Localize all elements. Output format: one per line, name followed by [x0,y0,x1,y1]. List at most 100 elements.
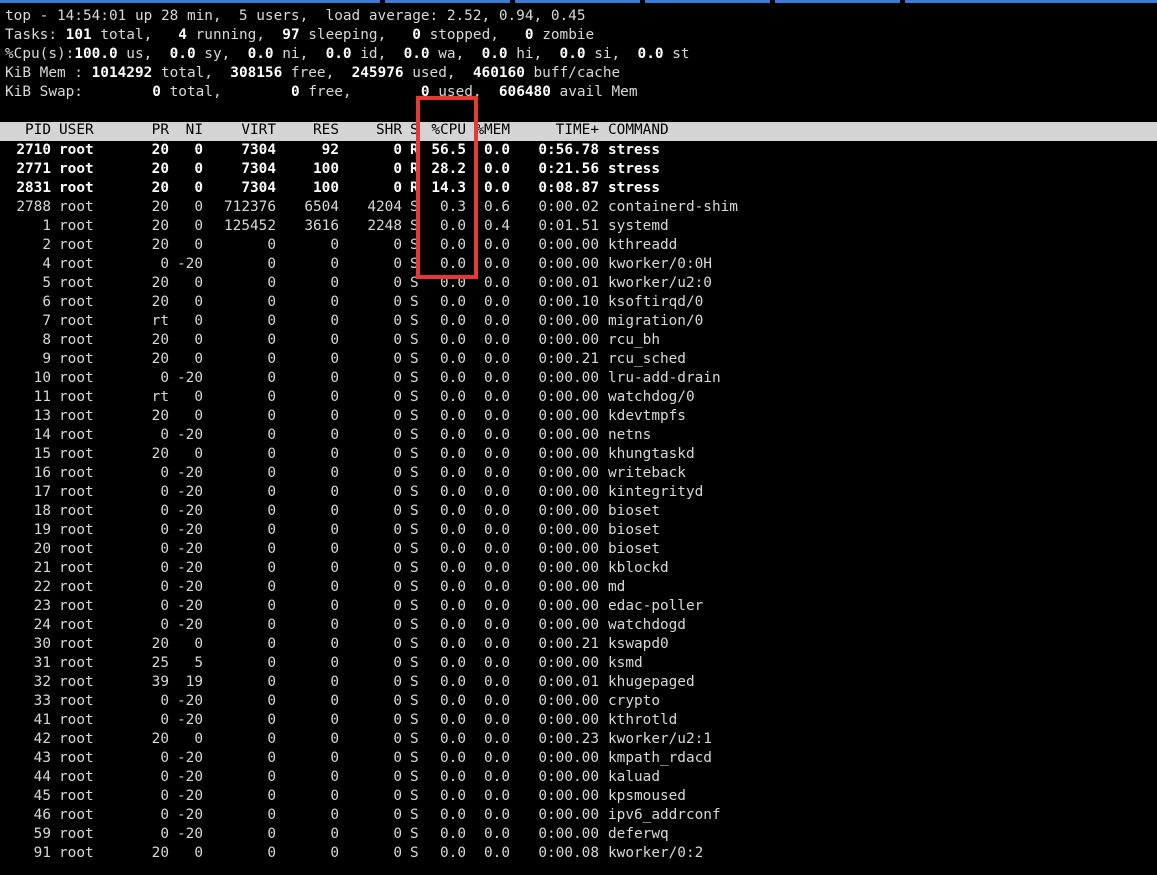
cell-res: 0 [330,826,339,842]
cell-command: bioset [608,522,660,538]
process-row[interactable]: 19 root 0 -20 0 0 0 S 0.0 0.0 0:00.00 bioset [0,521,1157,540]
cell-user: root [59,541,94,557]
cell-user: root [59,465,94,481]
terminal-tab[interactable] [0,0,380,3]
terminal-tab[interactable] [515,0,640,3]
cell-shr: 0 [393,674,402,690]
col-time[interactable]: TIME+ [515,122,599,138]
col-res[interactable]: RES [277,122,339,138]
cell-user: root [59,617,94,633]
process-row[interactable]: 20 root 0 -20 0 0 0 S 0.0 0.0 0:00.00 bioset [0,540,1157,559]
process-row[interactable]: 46 root 0 -20 0 0 0 S 0.0 0.0 0:00.00 ipv6_addrconf [0,806,1157,825]
terminal-tab[interactable] [775,0,900,3]
col-pid[interactable]: PID [5,122,51,138]
cell-time: 0:00.23 [538,731,599,747]
cell-pr: 20 [151,636,169,652]
terminal-tab[interactable] [645,0,770,3]
process-row[interactable]: 24 root 0 -20 0 0 0 S 0.0 0.0 0:00.00 watchdogd [0,616,1157,635]
terminal-tab[interactable] [905,0,1157,3]
process-row[interactable]: 59 root 0 -20 0 0 0 S 0.0 0.0 0:00.00 deferwq [0,825,1157,844]
cell-s: S [410,807,419,823]
col-virt[interactable]: VIRT [204,122,276,138]
cell-user: root [59,351,94,367]
process-row[interactable]: 2 root 20 0 0 0 0 S 0.0 0.0 0:00.00 kthreadd [0,236,1157,255]
col-command[interactable]: COMMAND [608,122,669,138]
process-row[interactable]: 14 root 0 -20 0 0 0 S 0.0 0.0 0:00.00 netns [0,426,1157,445]
mem-line: KiB Mem : 1014292 total, 308156 free, 24… [5,65,621,81]
process-row[interactable]: 4 root 0 -20 0 0 0 S 0.0 0.0 0:00.00 kworker/0:0H [0,255,1157,274]
cell-command: bioset [608,541,660,557]
cell-command: khugepaged [608,674,695,690]
cell-command: kmpath_rdacd [608,750,712,766]
process-row[interactable]: 42 root 20 0 0 0 0 S 0.0 0.0 0:00.23 kworker/u2:1 [0,730,1157,749]
process-row[interactable]: 18 root 0 -20 0 0 0 S 0.0 0.0 0:00.00 bioset [0,502,1157,521]
process-row[interactable]: 15 root 20 0 0 0 0 S 0.0 0.0 0:00.00 khungtaskd [0,445,1157,464]
process-row[interactable]: 30 root 20 0 0 0 0 S 0.0 0.0 0:00.21 kswapd0 [0,635,1157,654]
cell-res: 0 [330,370,339,386]
process-row[interactable]: 2771 root 20 0 7304 100 0 R 28.2 0.0 0:21.56 stress [0,160,1157,179]
process-row[interactable]: 8 root 20 0 0 0 0 S 0.0 0.0 0:00.00 rcu_bh [0,331,1157,350]
cell-pr: 20 [151,351,169,367]
cell-ni: 0 [194,389,203,405]
process-row[interactable]: 6 root 20 0 0 0 0 S 0.0 0.0 0:00.10 ksoftirqd/0 [0,293,1157,312]
process-row[interactable]: 11 root rt 0 0 0 0 S 0.0 0.0 0:00.00 watchdog/0 [0,388,1157,407]
cell-res: 92 [321,142,339,158]
cell-cpu: 0.0 [440,541,466,557]
process-row[interactable]: 13 root 20 0 0 0 0 S 0.0 0.0 0:00.00 kdevtmpfs [0,407,1157,426]
process-row[interactable]: 17 root 0 -20 0 0 0 S 0.0 0.0 0:00.00 kintegrityd [0,483,1157,502]
col-pr[interactable]: PR [135,122,169,138]
process-row[interactable]: 31 root 25 5 0 0 0 S 0.0 0.0 0:00.00 ksmd [0,654,1157,673]
process-row[interactable]: 2788 root 20 0 712376 6504 4204 S 0.3 0.6 0:00.02 c… [0,198,1157,217]
process-row[interactable]: 21 root 0 -20 0 0 0 S 0.0 0.0 0:00.00 kblockd [0,559,1157,578]
process-row[interactable]: 16 root 0 -20 0 0 0 S 0.0 0.0 0:00.00 writeback [0,464,1157,483]
cell-time: 0:00.00 [538,256,599,272]
cell-s: S [410,693,419,709]
process-row[interactable]: 22 root 0 -20 0 0 0 S 0.0 0.0 0:00.00 md [0,578,1157,597]
cell-virt: 7304 [241,180,276,196]
process-row[interactable]: 7 root rt 0 0 0 0 S 0.0 0.0 0:00.00 migration/0 [0,312,1157,331]
cell-cpu: 0.0 [440,769,466,785]
process-row[interactable]: 9 root 20 0 0 0 0 S 0.0 0.0 0:00.21 rcu_sched [0,350,1157,369]
cell-mem: 0.0 [484,313,510,329]
cell-cpu: 0.0 [440,712,466,728]
cell-command: kworker/0:0H [608,256,712,272]
process-row[interactable]: 32 root 39 19 0 0 0 S 0.0 0.0 0:00.01 khugepaged [0,673,1157,692]
cell-user: root [59,370,94,386]
process-row[interactable]: 5 root 20 0 0 0 0 S 0.0 0.0 0:00.01 kworker/u2:0 [0,274,1157,293]
cell-ni: -20 [177,579,203,595]
terminal-tab[interactable] [385,0,510,3]
process-row[interactable]: 43 root 0 -20 0 0 0 S 0.0 0.0 0:00.00 kmpath_rdacd [0,749,1157,768]
process-row[interactable]: 23 root 0 -20 0 0 0 S 0.0 0.0 0:00.00 edac-poller [0,597,1157,616]
col-ni[interactable]: NI [170,122,203,138]
col-s[interactable]: S [410,122,419,138]
cell-pr: 25 [151,655,169,671]
process-row[interactable]: 10 root 0 -20 0 0 0 S 0.0 0.0 0:00.00 lru-add-drain [0,369,1157,388]
process-row[interactable]: 91 root 20 0 0 0 0 S 0.0 0.0 0:00.08 kworker/0:2 [0,844,1157,863]
cell-virt: 712376 [224,199,276,215]
process-row[interactable]: 44 root 0 -20 0 0 0 S 0.0 0.0 0:00.00 kaluad [0,768,1157,787]
cell-time: 0:00.00 [538,693,599,709]
cell-pid: 14 [33,427,51,443]
process-row[interactable]: 2710 root 20 0 7304 92 0 R 56.5 0.0 0:56.78 stress [0,141,1157,160]
process-row[interactable]: 1 root 20 0 125452 3616 2248 S 0.0 0.4 0:01.51 syst… [0,217,1157,236]
process-row[interactable]: 41 root 0 -20 0 0 0 S 0.0 0.0 0:00.00 kthrotld [0,711,1157,730]
cell-user: root [59,560,94,576]
cell-shr: 0 [393,180,402,196]
cell-ni: -20 [177,560,203,576]
cell-pid: 1 [42,218,51,234]
cell-virt: 0 [267,769,276,785]
col-shr[interactable]: SHR [340,122,402,138]
process-row[interactable]: 33 root 0 -20 0 0 0 S 0.0 0.0 0:00.00 crypto [0,692,1157,711]
cell-command: kaluad [608,769,660,785]
cell-user: root [59,275,94,291]
cell-pid: 45 [33,788,51,804]
col-user[interactable]: USER [59,122,94,138]
cell-pid: 8 [42,332,51,348]
cell-ni: -20 [177,541,203,557]
cell-user: root [59,408,94,424]
col-cpu[interactable]: %CPU [420,122,466,138]
cell-pr: 0 [160,769,169,785]
process-row[interactable]: 2831 root 20 0 7304 100 0 R 14.3 0.0 0:08.87 stress [0,179,1157,198]
process-row[interactable]: 45 root 0 -20 0 0 0 S 0.0 0.0 0:00.00 kpsmoused [0,787,1157,806]
col-mem[interactable]: %MEM [466,122,510,138]
